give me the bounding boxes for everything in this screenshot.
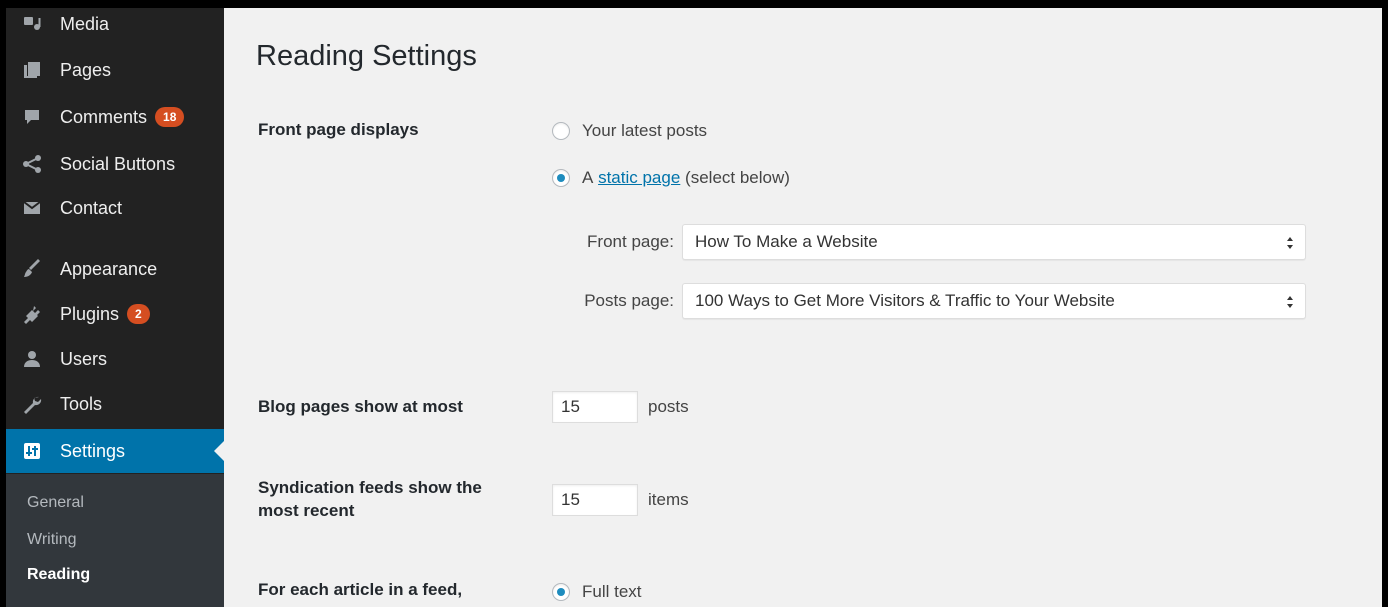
settings-icon — [20, 439, 44, 463]
sidebar-item-label: Settings — [60, 440, 126, 461]
sidebar-item-label: Appearance — [60, 258, 158, 279]
blog-pages-input[interactable]: 15 — [552, 391, 638, 423]
full-text-radio[interactable] — [552, 583, 570, 601]
latest-posts-label: Your latest posts — [582, 121, 708, 140]
sidebar-item-label: Users — [60, 348, 108, 369]
select-arrows-icon — [1287, 296, 1293, 308]
page-title: Reading Settings — [256, 40, 477, 72]
syndication-label-line2: most recent — [258, 501, 355, 520]
share-icon — [20, 152, 44, 176]
sidebar-item-contact[interactable]: Contact — [6, 186, 224, 230]
blog-pages-label: Blog pages show at most — [258, 397, 463, 416]
front-page-selected-value: How To Make a Website — [695, 232, 878, 251]
main-content: Reading Settings Front page displays You… — [224, 8, 1382, 607]
sidebar-item-label: Comments — [60, 106, 148, 127]
comments-icon — [20, 105, 44, 129]
static-page-option[interactable]: A static page (select below) — [552, 168, 790, 188]
wrench-icon — [20, 392, 44, 416]
full-text-option[interactable]: Full text — [552, 582, 642, 602]
settings-submenu: General Writing Reading — [6, 474, 224, 607]
front-page-select-row: Front page: How To Make a Website — [564, 224, 1306, 260]
sidebar-item-social-buttons[interactable]: Social Buttons — [6, 142, 224, 186]
sidebar-item-label: Tools — [60, 393, 103, 414]
comments-count-badge: 18 — [155, 107, 185, 127]
front-page-select-label: Front page: — [587, 232, 674, 251]
sidebar-item-plugins[interactable]: Plugins 2 — [6, 292, 224, 336]
static-page-link[interactable]: static page — [598, 168, 680, 188]
syndication-row: 15 items — [552, 484, 689, 516]
sidebar-item-label: Pages — [60, 59, 112, 80]
wp-admin-window: Media Pages Comments 18 Social Buttons C… — [6, 8, 1382, 607]
posts-page-select[interactable]: 100 Ways to Get More Visitors & Traffic … — [682, 283, 1306, 319]
latest-posts-option[interactable]: Your latest posts — [552, 121, 707, 141]
select-arrows-icon — [1287, 237, 1293, 249]
sidebar-item-comments[interactable]: Comments 18 — [6, 95, 224, 139]
syndication-label-line1: Syndication feeds show the — [258, 478, 482, 497]
submenu-item-general[interactable]: General — [27, 494, 84, 512]
envelope-icon — [20, 196, 44, 220]
user-icon — [20, 347, 44, 371]
static-page-prefix: A — [582, 168, 594, 187]
posts-page-select-label: Posts page: — [584, 291, 674, 310]
sidebar-item-label: Social Buttons — [60, 153, 176, 174]
blog-pages-unit: posts — [648, 397, 689, 416]
active-menu-arrow — [214, 441, 224, 461]
sidebar-item-media[interactable]: Media — [6, 8, 224, 46]
sidebar-item-label: Media — [60, 13, 110, 34]
sidebar-item-settings[interactable]: Settings — [6, 429, 224, 473]
syndication-input[interactable]: 15 — [552, 484, 638, 516]
submenu-item-reading[interactable]: Reading — [27, 566, 90, 584]
media-icon — [20, 12, 44, 36]
sidebar-item-users[interactable]: Users — [6, 337, 224, 381]
feed-article-label: For each article in a feed, — [258, 580, 463, 599]
syndication-unit: items — [648, 490, 689, 509]
pages-icon — [20, 58, 44, 82]
admin-sidebar: Media Pages Comments 18 Social Buttons C… — [6, 8, 224, 607]
full-text-label: Full text — [582, 582, 642, 601]
sidebar-item-pages[interactable]: Pages — [6, 48, 224, 92]
plugins-update-badge: 2 — [127, 304, 150, 324]
front-page-displays-label: Front page displays — [258, 120, 419, 139]
sidebar-item-label: Plugins — [60, 303, 120, 324]
sidebar-item-tools[interactable]: Tools — [6, 382, 224, 426]
paintbrush-icon — [20, 257, 44, 281]
posts-page-selected-value: 100 Ways to Get More Visitors & Traffic … — [695, 291, 1115, 310]
blog-pages-row: 15 posts — [552, 391, 689, 423]
sidebar-item-label: Contact — [60, 197, 123, 218]
syndication-label: Syndication feeds show the most recent — [258, 476, 482, 522]
posts-page-select-row: Posts page: 100 Ways to Get More Visitor… — [564, 283, 1306, 319]
static-page-suffix: (select below) — [685, 168, 790, 187]
static-page-radio[interactable] — [552, 169, 570, 187]
plugin-icon — [20, 302, 44, 326]
front-page-select[interactable]: How To Make a Website — [682, 224, 1306, 260]
latest-posts-radio[interactable] — [552, 122, 570, 140]
sidebar-item-appearance[interactable]: Appearance — [6, 247, 224, 291]
submenu-item-writing[interactable]: Writing — [27, 531, 77, 549]
